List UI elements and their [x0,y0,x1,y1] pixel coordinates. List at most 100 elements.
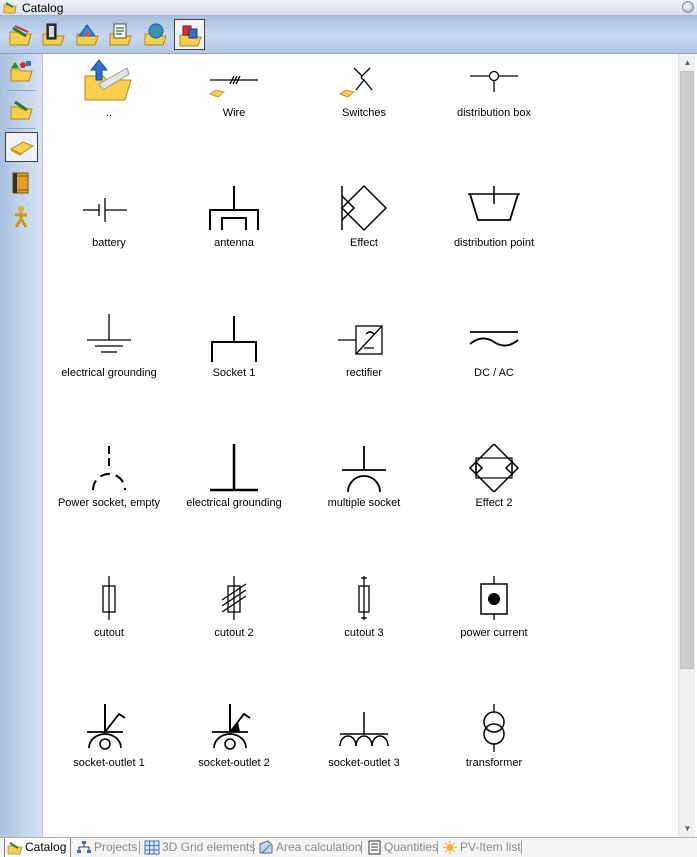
distribution-box-symbol-icon [470,70,518,92]
catalog-item-parent-folder[interactable]: .. [44,54,174,184]
dc-ac-symbol-icon [469,331,519,347]
globe-folder-icon [144,23,167,46]
bottom-tab-bar: Catalog Projects 3D Grid elements Area c… [0,837,697,857]
catalog-item-cutout-3[interactable]: cutout 3 [299,574,429,704]
transformer-symbol-icon [483,704,505,752]
sidebar-button-person[interactable] [5,202,38,232]
tab-area-calculation[interactable]: Area calculation [256,838,362,857]
catalog-item-effect-2[interactable]: Effect 2 [429,444,559,574]
scroll-up-icon[interactable]: ▲ [679,54,696,71]
toolbar-button-catalog[interactable] [5,19,36,50]
toolbar-button-doors[interactable] [38,19,69,50]
catalog-items-grid: .. Wire Switches distribution box batter… [44,54,678,837]
catalog-item-switches[interactable]: Switches [299,54,429,184]
toolbar-button-globe[interactable] [140,19,171,50]
cutout-2-symbol-icon [221,576,247,620]
catalog-item-electrical-grounding[interactable]: electrical grounding [44,314,174,444]
sidebar-button-small-folder[interactable] [5,132,38,162]
sidebar-button-book[interactable] [5,168,38,198]
catalog-item-label: cutout 3 [344,627,384,639]
catalog-item-socket-outlet-1[interactable]: socket-outlet 1 [44,704,174,834]
catalog-icon [3,2,17,14]
catalog-item-rectifier[interactable]: rectifier [299,314,429,444]
catalog-folder-icon [9,25,32,46]
catalog-item-socket-outlet-2[interactable]: socket-outlet 2 [169,704,299,834]
tab-label: Projects [94,840,138,854]
toolbar-button-roofs[interactable] [72,19,103,50]
window-title-bar: Catalog [0,0,697,16]
tab-label: Quantities [384,840,439,854]
tab-separator [361,841,362,854]
cutout-3-symbol-icon [358,576,370,620]
electrical-folder-icon [179,25,202,47]
catalog-item-power-socket-empty[interactable]: Power socket, empty [44,444,174,574]
area-tab-icon [259,840,273,854]
toolbar-button-documents[interactable] [105,19,136,50]
catalog-sidebar [0,54,43,837]
catalog-item-label: Switches [341,107,387,119]
cutout-symbol-icon [102,576,116,620]
catalog-item-antenna[interactable]: antenna [169,184,299,314]
catalog-item-socket-outlet-3[interactable]: socket-outlet 3 [299,704,429,834]
socket-symbol-icon [211,316,257,362]
catalog-item-label: distribution point [453,237,535,249]
catalog-item-label: socket-outlet 3 [328,757,400,769]
scrollbar-thumb[interactable] [680,71,694,669]
socket-outlet-3-symbol-icon [339,712,389,747]
sidebar-divider [7,90,36,91]
tab-label: Area calculation [276,840,362,854]
tab-pv-item-list[interactable]: PV-Item list [440,838,521,857]
catalog-item-label: battery [92,237,126,249]
catalog-item-effect[interactable]: Effect [299,184,429,314]
catalog-item-distribution-point[interactable]: distribution point [429,184,559,314]
catalog-item-wire[interactable]: Wire [169,54,299,184]
catalog-item-dc-ac[interactable]: DC / AC [429,314,559,444]
sidebar-button-shapes[interactable] [5,56,38,86]
catalog-item-label: .. [105,107,113,119]
catalog-item-label: Effect [350,237,378,249]
tab-catalog[interactable]: Catalog [4,838,71,857]
catalog-item-multiple-socket[interactable]: multiple socket [299,444,429,574]
switch-symbol-icon [339,67,373,98]
tab-label: Catalog [25,840,67,854]
sidebar-button-open-folder[interactable] [5,94,38,124]
tab-separator [437,841,438,854]
catalog-item-socket-1[interactable]: Socket 1 [169,314,299,444]
catalog-item-battery[interactable]: battery [44,184,174,314]
pv-tab-icon [443,841,457,854]
parent-folder-up-icon [84,59,132,101]
catalog-item-cutout[interactable]: cutout [44,574,174,704]
catalog-item-transformer[interactable]: transformer [429,704,559,834]
catalog-item-label: socket-outlet 1 [73,757,145,769]
tab-separator [521,841,522,854]
antenna-symbol-icon [209,186,259,230]
tab-projects[interactable]: Projects [74,838,138,857]
projects-tab-icon [77,841,91,853]
catalog-item-label: electrical grounding [186,497,282,509]
distribution-point-symbol-icon [468,186,520,221]
scroll-down-icon[interactable]: ▼ [679,820,696,837]
folder-open-icon [10,100,33,120]
catalog-item-label: rectifier [345,367,383,379]
catalog-item-label: socket-outlet 2 [198,757,270,769]
grid-tab-icon [144,840,160,855]
catalog-item-label: electrical grounding [61,367,157,379]
catalog-item-power-current[interactable]: power current [429,574,559,704]
wire-symbol-icon [209,75,258,98]
catalog-item-label: transformer [465,757,523,769]
socket-outlet-1-symbol-icon [87,704,126,750]
toolbar-button-electrical[interactable] [174,19,205,50]
catalog-item-label: multiple socket [327,497,401,509]
catalog-item-distribution-box[interactable]: distribution box [429,54,559,184]
catalog-item-electrical-grounding-2[interactable]: electrical grounding [169,444,299,574]
catalog-item-label: cutout 2 [214,627,254,639]
vertical-scrollbar[interactable]: ▲ ▼ [678,54,695,837]
catalog-item-label: antenna [214,237,254,249]
tab-3d-grid-elements[interactable]: 3D Grid elements [142,838,256,857]
tab-label: 3D Grid elements [162,840,256,854]
book-icon [12,172,29,194]
catalog-item-cutout-2[interactable]: cutout 2 [169,574,299,704]
pin-icon[interactable] [682,1,694,13]
power-socket-empty-symbol-icon [92,446,126,491]
tab-quantities[interactable]: Quantities [364,838,439,857]
